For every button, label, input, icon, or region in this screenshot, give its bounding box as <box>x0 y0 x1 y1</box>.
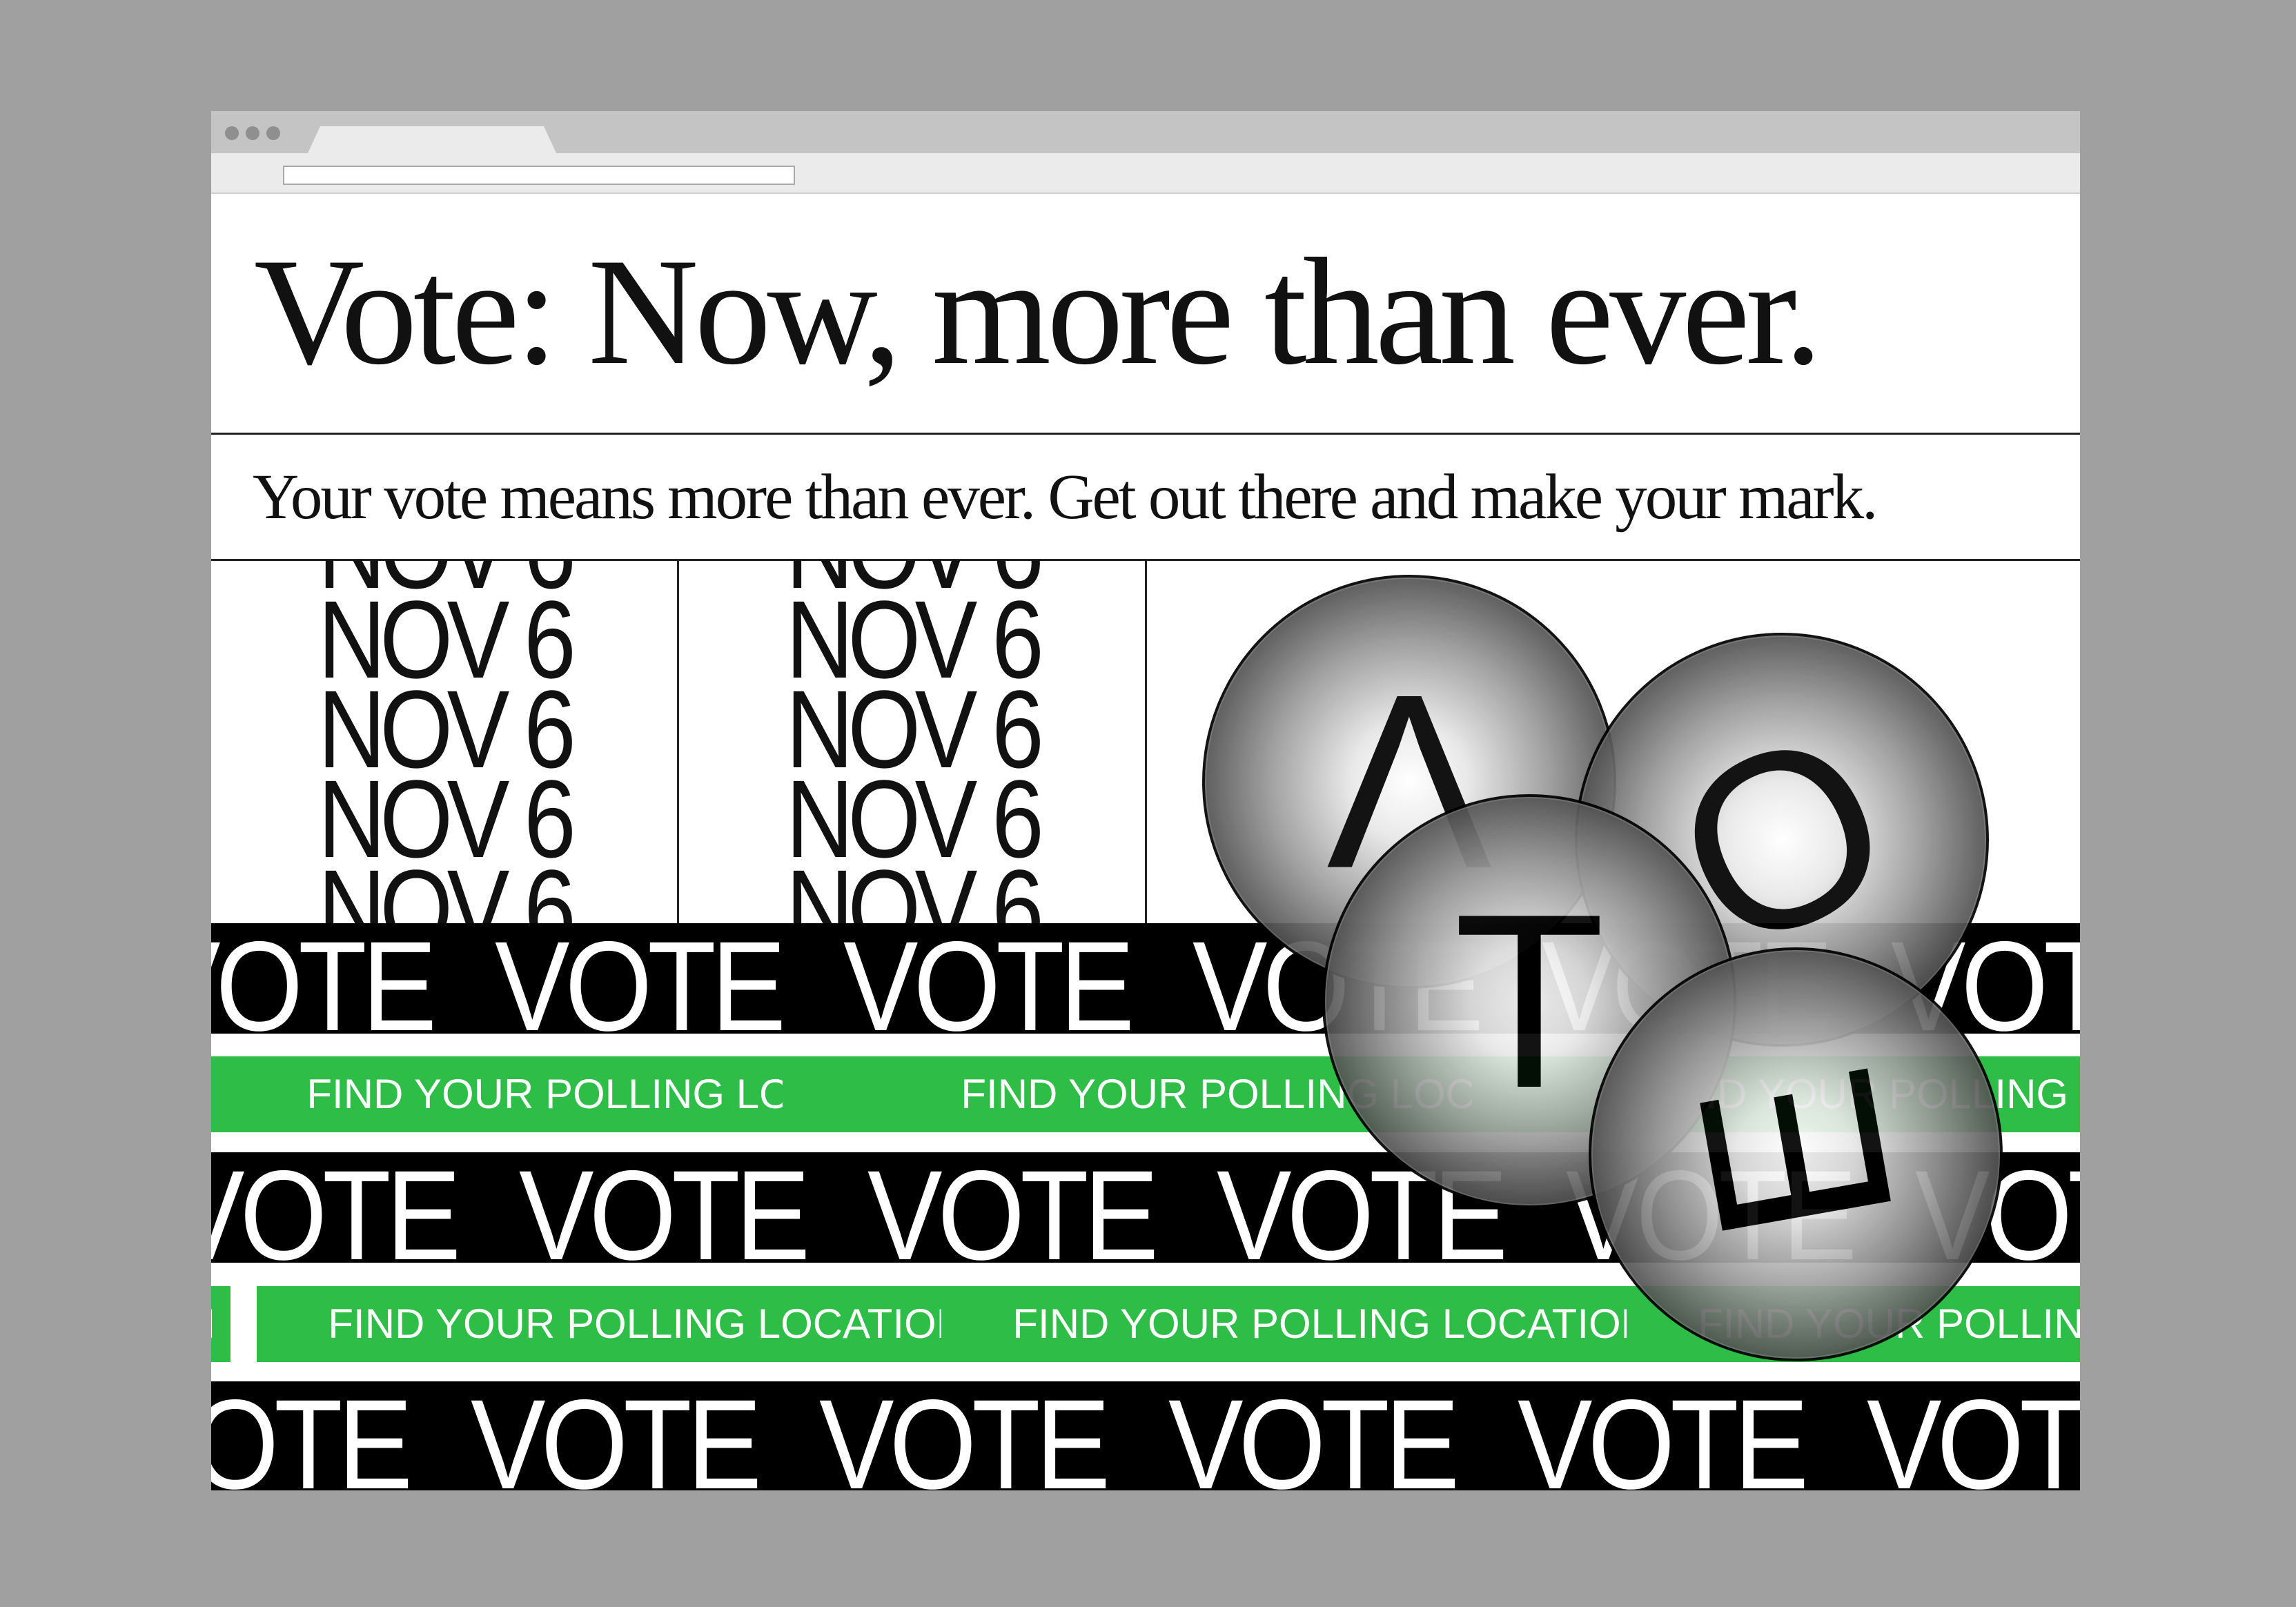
page-title: Vote: Now, more than ever. <box>254 227 1823 397</box>
vote-word: VOTE <box>494 923 786 1034</box>
vote-word: VOTE <box>470 1381 762 1490</box>
vote-strip: VOTEVOTEVOTEVOTEVOTEVOTEVOTEVOTE <box>211 1381 2080 1490</box>
find-polling-location-link[interactable]: FIND YOUR POLLING LOCATION <box>211 1286 230 1362</box>
find-polling-location-link[interactable]: FIND YOUR POLLING LOCATION <box>257 1286 981 1362</box>
vote-word: VOTE <box>1866 1381 2080 1490</box>
find-polling-location-link[interactable]: FIND YOUR POLLING LOCATION <box>941 1286 1666 1362</box>
divider <box>211 433 2080 435</box>
vote-word: VOTE <box>518 1152 810 1263</box>
vote-orb: E <box>1589 947 2003 1361</box>
orb-letter: E <box>1645 1048 1947 1261</box>
vote-word: VOTE <box>211 923 437 1034</box>
vote-word: VOTE <box>819 1381 1110 1490</box>
vote-word: VOTE <box>211 1152 461 1263</box>
window-dot-icon[interactable] <box>266 126 280 140</box>
vote-word: VOTE <box>1517 1381 1809 1490</box>
window-dot-icon[interactable] <box>246 126 259 140</box>
vote-word: VOTE <box>867 1152 1159 1263</box>
browser-tab-bar <box>211 111 2080 153</box>
vote-word: VOTE <box>1168 1381 1460 1490</box>
browser-window: Vote: Now, more than ever. Your vote mea… <box>211 111 2080 1490</box>
vote-word: VOTE <box>843 923 1135 1034</box>
vote-word: VOTE <box>211 1381 413 1490</box>
window-dot-icon[interactable] <box>225 126 239 140</box>
browser-tab[interactable] <box>308 126 556 153</box>
vote-track: VOTEVOTEVOTEVOTEVOTEVOTEVOTEVOTE <box>211 1381 2080 1490</box>
url-field[interactable] <box>283 166 795 185</box>
page-subtitle: Your vote means more than ever. Get out … <box>253 462 1878 533</box>
